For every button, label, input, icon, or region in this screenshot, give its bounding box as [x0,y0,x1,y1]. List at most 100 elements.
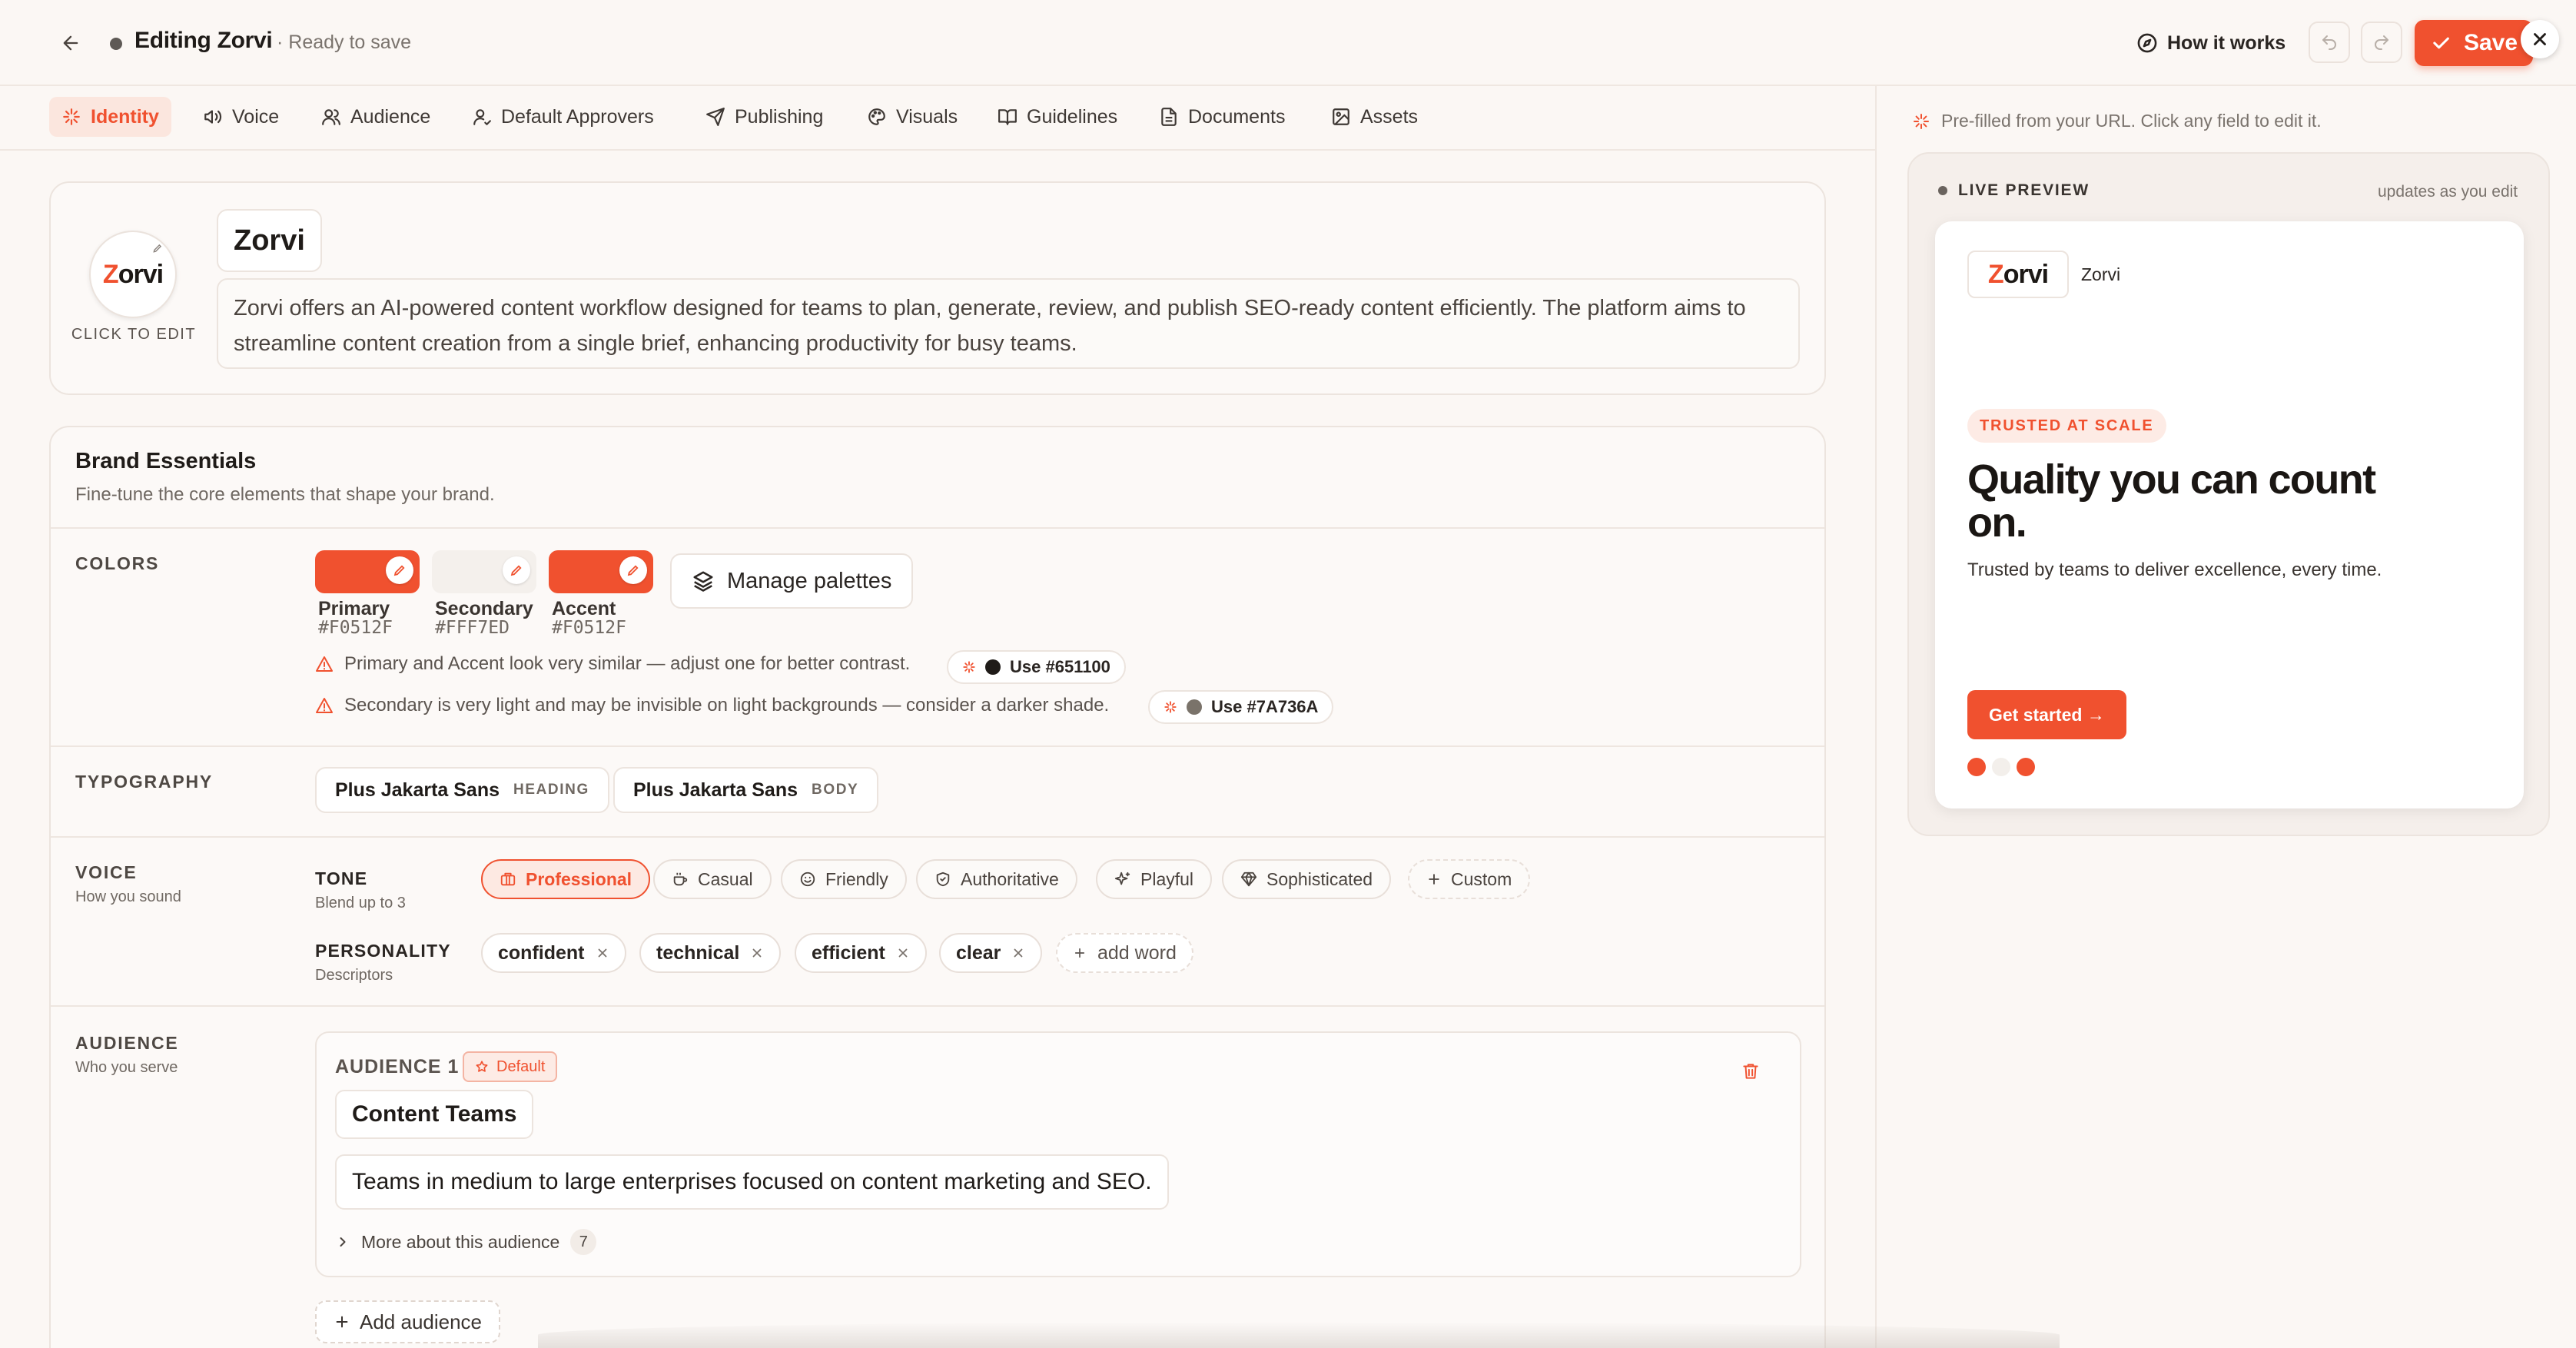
preview-color-dot [1992,758,2010,776]
tab-assets[interactable]: Assets [1319,97,1430,137]
font-role: HEADING [513,782,589,798]
swatch-name: Accent [552,598,616,619]
palette-icon [867,107,887,127]
warning-text: Secondary is very light and may be invis… [344,695,1110,716]
remove-icon[interactable] [596,946,609,960]
undo-button[interactable] [2309,22,2350,63]
tab-label: Default Approvers [501,105,654,128]
logo-wordmark: Zorvi [102,259,164,289]
body-font-selector[interactable]: Plus Jakarta Sans BODY [613,767,879,813]
back-arrow-icon[interactable] [54,26,88,60]
audience-card-label: AUDIENCE 1 [335,1056,460,1077]
trash-icon [1741,1061,1761,1081]
brand-name-field[interactable]: Zorvi [217,209,322,272]
more-about-label: More about this audience [361,1231,560,1252]
audience-name-field[interactable]: Content Teams [335,1090,534,1139]
swatch-hex: #F0512F [552,618,626,638]
plus-icon [1426,872,1442,887]
tone-custom[interactable]: Custom [1408,859,1531,899]
brand-description-field[interactable]: Zorvi offers an AI-powered content workf… [217,278,1800,369]
preview-badge: TRUSTED AT SCALE [1967,409,2166,443]
tone-professional[interactable]: Professional [481,859,651,899]
personality-word: clear [939,933,1043,973]
tab-publishing[interactable]: Publishing [693,97,835,137]
secondary-color-swatch[interactable] [432,550,536,593]
tab-guidelines[interactable]: Guidelines [985,97,1130,137]
tab-default-approvers[interactable]: Default Approvers [460,97,666,137]
accent-color-swatch[interactable] [549,550,653,593]
manage-palettes-button[interactable]: Manage palettes [670,553,914,609]
pencil-icon [152,243,163,254]
primary-color-swatch[interactable] [315,550,420,593]
pencil-icon [503,556,530,584]
live-preview-label: LIVE PREVIEW [1938,181,2090,200]
users-icon [321,107,341,127]
redo-button[interactable] [2361,22,2402,63]
tone-friendly[interactable]: Friendly [781,859,907,899]
sparkle-icon [61,107,81,127]
brand-logo[interactable]: Zorvi [89,231,177,318]
use-color-label: Use #7A736A [1211,697,1319,716]
personality-word: confident [481,933,626,973]
live-dot [1938,186,1947,195]
remove-icon[interactable] [1011,946,1025,960]
tab-label: Guidelines [1027,105,1118,128]
preview-subline: Trusted by teams to deliver excellence, … [1967,559,2382,580]
swatch-hex: #FFF7ED [435,618,510,638]
how-it-works-label: How it works [2167,32,2286,54]
add-word-button[interactable]: add word [1056,933,1193,973]
typography-label: TYPOGRAPHY [75,772,214,792]
preview-color-dot [1967,758,1986,776]
speaker-icon [203,107,223,127]
personality-word: efficient [795,933,927,973]
tab-audience[interactable]: Audience [309,97,443,137]
chevron-right-icon [335,1234,350,1250]
add-audience-label: Add audience [360,1310,483,1333]
color-dot [985,659,1001,675]
prefilled-text: Pre-filled from your URL. Click any fiel… [1941,111,2322,131]
preview-cta-button[interactable]: Get started → [1967,690,2126,739]
divider [51,1005,1824,1007]
star-icon [475,1060,489,1074]
swatch-name: Primary [318,598,390,619]
tab-label: Publishing [735,105,824,128]
panel-divider [1875,86,1877,1348]
close-button[interactable] [2521,20,2559,58]
tab-documents[interactable]: Documents [1147,97,1297,137]
tone-casual[interactable]: Casual [653,859,772,899]
tab-visuals[interactable]: Visuals [855,97,970,137]
more-count-badge: 7 [570,1229,597,1255]
tab-label: Assets [1360,105,1419,128]
remove-icon[interactable] [750,946,764,960]
section-subtitle: Fine-tune the core elements that shape y… [75,484,495,505]
tone-sophisticated[interactable]: Sophisticated [1222,859,1392,899]
status-dot [110,38,122,50]
audience-description-field[interactable]: Teams in medium to large enterprises foc… [335,1154,1169,1210]
use-suggested-color-button[interactable]: Use #7A736A [1148,690,1334,724]
tab-identity[interactable]: Identity [49,97,171,137]
preview-color-dot [2017,758,2035,776]
how-it-works-link[interactable]: How it works [2136,28,2286,58]
delete-audience-button[interactable] [1735,1056,1766,1087]
check-icon [2430,32,2452,54]
remove-icon[interactable] [896,946,910,960]
tone-playful[interactable]: Playful [1096,859,1213,899]
shield-icon [934,871,951,888]
tab-voice[interactable]: Voice [191,97,291,137]
tone-authoritative[interactable]: Authoritative [916,859,1077,899]
divider [51,836,1824,838]
tab-label: Visuals [896,105,958,128]
tone-sublabel: Blend up to 3 [315,895,406,911]
use-color-label: Use #651100 [1010,657,1110,676]
more-about-audience-toggle[interactable]: More about this audience 7 [335,1227,597,1257]
save-button[interactable]: Save [2415,20,2533,66]
tab-label: Identity [91,105,159,128]
warning-icon [315,655,334,673]
word-text: technical [656,941,740,964]
use-suggested-color-button[interactable]: Use #651100 [947,650,1126,684]
default-badge-label: Default [496,1057,546,1075]
add-audience-button[interactable]: Add audience [315,1300,501,1343]
heading-font-selector[interactable]: Plus Jakarta Sans HEADING [315,767,609,813]
warning-icon [315,696,334,715]
divider [51,745,1824,747]
